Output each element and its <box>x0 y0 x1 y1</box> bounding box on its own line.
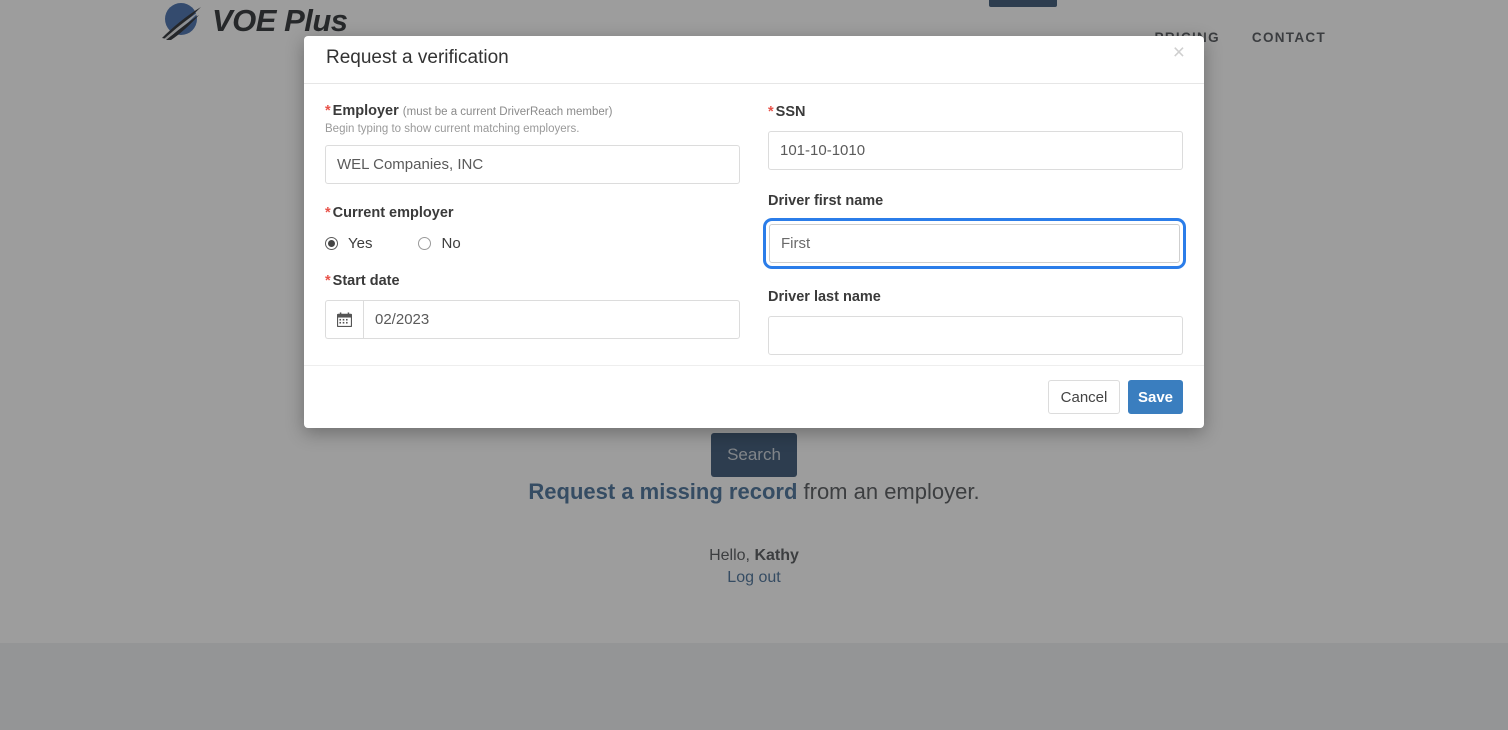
employer-help-text: Begin typing to show current matching em… <box>325 123 580 135</box>
close-icon[interactable]: × <box>1173 42 1185 63</box>
modal-body: * Employer (must be a current DriverReach… <box>304 84 1204 365</box>
modal-title: Request a verification <box>326 47 509 68</box>
driver-first-name-focus-ring <box>765 220 1184 267</box>
driver-last-name-label: Driver last name <box>768 289 881 305</box>
radio-dot-yes <box>325 237 338 250</box>
ssn-label: * SSN <box>768 103 1183 121</box>
radio-label-no: No <box>441 235 461 252</box>
radio-dot-no <box>418 237 432 250</box>
form-column-right: *SSN Driver first name Driver last name <box>765 84 1184 355</box>
ssn-input[interactable] <box>768 131 1183 170</box>
cancel-button[interactable]: Cancel <box>1048 380 1120 414</box>
start-date-label-text: Start date <box>332 273 400 289</box>
modal-footer: Cancel Save <box>304 365 1204 427</box>
employer-label-text: Employer <box>332 103 399 119</box>
radio-current-employer-yes[interactable]: Yes <box>325 235 372 252</box>
request-verification-modal: Request a verification × * Employer (must… <box>304 36 1204 428</box>
start-date-input[interactable] <box>363 300 740 339</box>
employer-label: * Employer (must be a current DriverReach… <box>325 102 740 121</box>
employer-label-note: (must be a current DriverReach member) <box>402 106 613 118</box>
save-button[interactable]: Save <box>1128 380 1183 414</box>
start-date-label: * Start date <box>325 272 740 290</box>
start-date-required-marker: * <box>325 273 331 289</box>
employer-required-marker: * <box>325 103 331 119</box>
current-employer-label-text: Current employer <box>332 205 454 221</box>
calendar-glyph <box>337 312 352 327</box>
start-date-input-group <box>325 300 740 339</box>
current-employer-radio-group: Yes No <box>325 235 740 252</box>
radio-current-employer-no[interactable]: No <box>418 235 461 252</box>
ssn-required-marker: * <box>768 104 774 120</box>
driver-first-name-input[interactable] <box>769 224 1180 263</box>
driver-last-name-input[interactable] <box>768 316 1183 355</box>
ssn-label-text: SSN <box>775 104 806 120</box>
current-employer-label: * Current employer <box>325 204 740 222</box>
modal-header: Request a verification × <box>304 36 1204 84</box>
radio-label-yes: Yes <box>348 235 373 252</box>
page-root: VOE Plus PRICING CONTACT Search Request … <box>0 0 1508 730</box>
current-employer-required-marker: * <box>325 205 331 221</box>
driver-first-name-label: Driver first name <box>768 193 884 209</box>
employer-input[interactable] <box>325 145 740 184</box>
form-column-left: * Employer (must be a current DriverReach… <box>325 84 740 339</box>
calendar-icon[interactable] <box>325 300 363 339</box>
